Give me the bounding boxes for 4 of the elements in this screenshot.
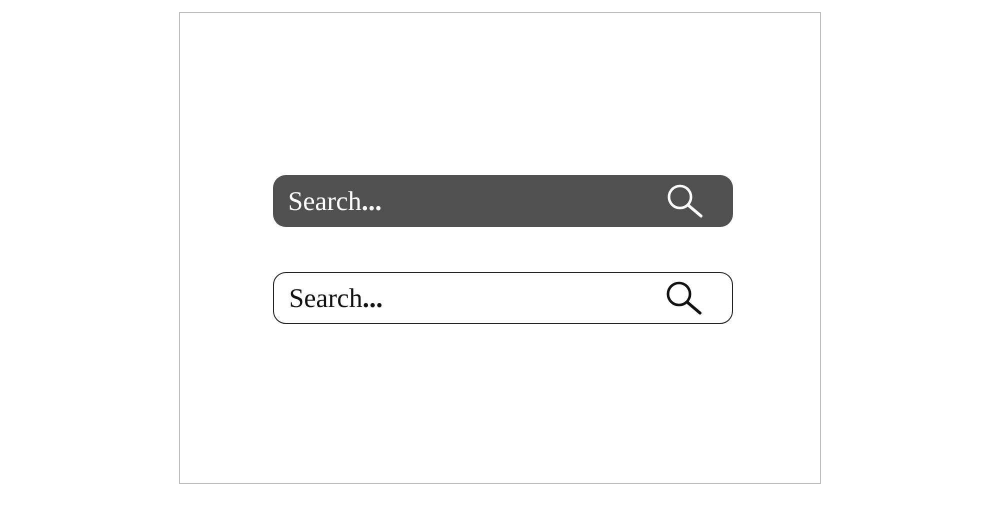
search-icon[interactable]: [665, 183, 705, 219]
search-icon[interactable]: [664, 280, 704, 316]
search-field[interactable]: Search...: [273, 272, 733, 324]
search-field[interactable]: Search...: [273, 175, 733, 227]
